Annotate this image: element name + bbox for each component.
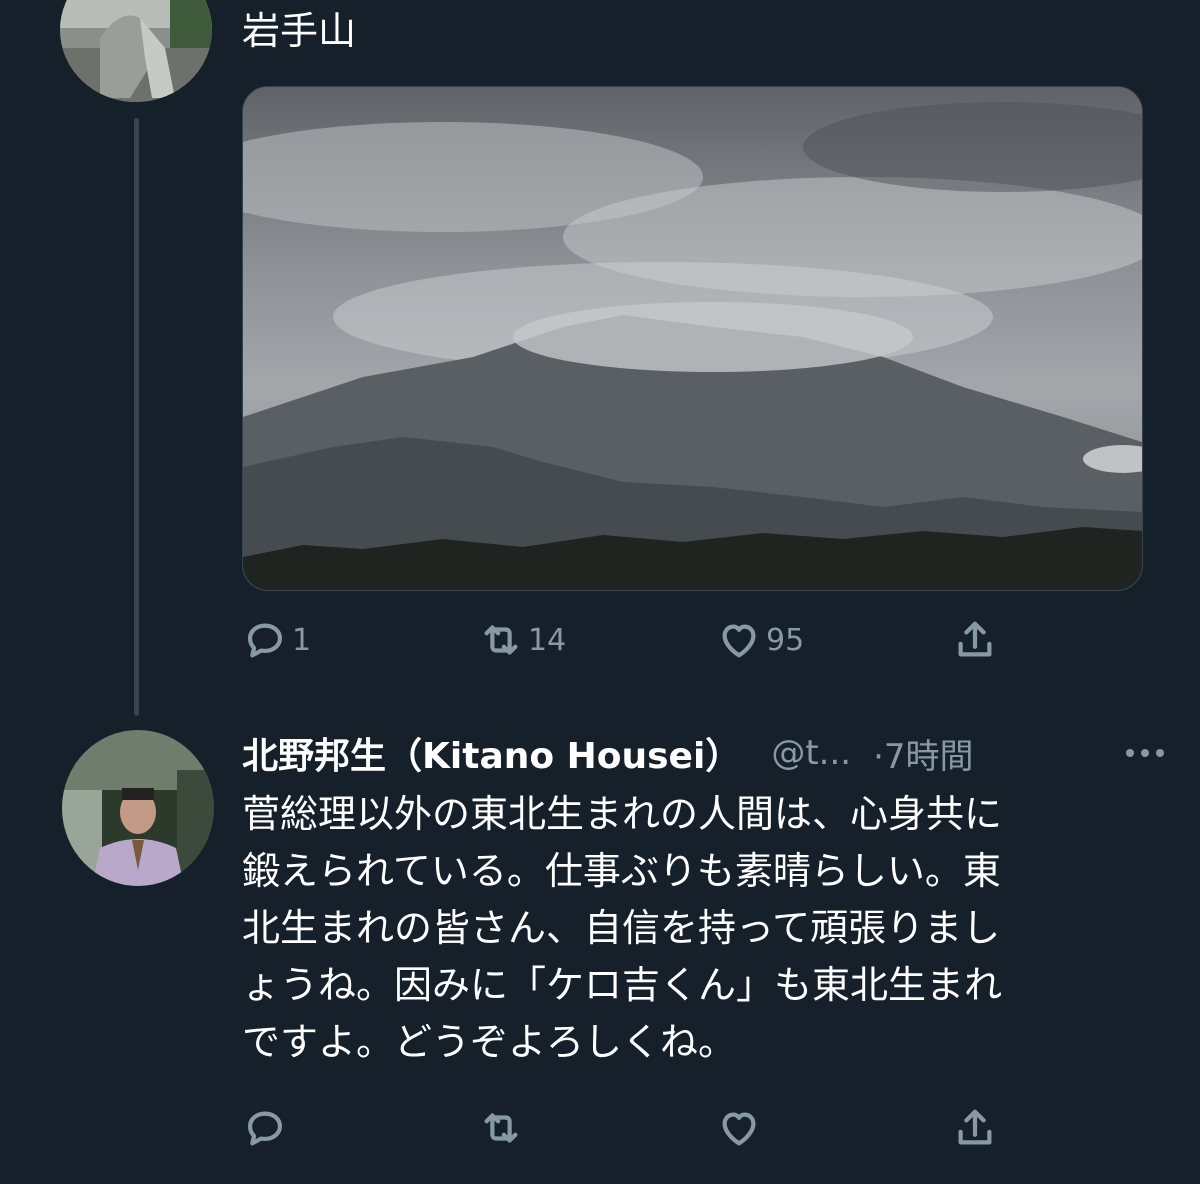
tweet-timestamp[interactable]: ·7時間 (873, 729, 973, 778)
tweet-body-line: 菅総理以外の東北生まれの人間は、心身共に (242, 792, 1003, 836)
share-icon (958, 621, 992, 657)
more-dot (1156, 749, 1164, 757)
reply-button[interactable] (242, 1098, 288, 1158)
author-handle[interactable]: @t... (771, 733, 851, 773)
mountain-photo-image (243, 87, 1142, 590)
retweet-icon (484, 1113, 518, 1143)
more-dot (1141, 749, 1149, 757)
heart-icon (722, 1112, 756, 1146)
like-count: 95 (766, 622, 805, 658)
retweet-count: 14 (528, 622, 567, 658)
author-avatar[interactable] (62, 730, 214, 886)
share-button[interactable] (952, 1098, 998, 1158)
reply-button[interactable]: 1 (242, 610, 311, 670)
tweet-text: 岩手山 (242, 9, 357, 53)
retweet-button[interactable]: 14 (478, 610, 566, 670)
tweet-body-line: 北生まれの皆さん、自信を持って頑張りまし (242, 906, 1001, 950)
reply-count: 1 (292, 622, 312, 658)
tweet-header: 北野邦生（Kitano Housei） @t... ·7時間 (242, 726, 1172, 780)
author-name[interactable]: 北野邦生（Kitano Housei） (242, 727, 741, 779)
retweet-icon (484, 625, 518, 655)
like-button[interactable]: 95 (716, 610, 804, 670)
share-icon (958, 1109, 992, 1145)
profile-photo-image (62, 730, 214, 886)
thread-connector-line (134, 118, 139, 716)
like-button[interactable] (716, 1098, 762, 1158)
share-button[interactable] (952, 610, 998, 670)
tweet-body: 菅総理以外の東北生まれの人間は、心身共に 鍛えられている。仕事ぶりも素晴らしい。… (242, 786, 1122, 1071)
reply-icon (247, 623, 283, 658)
more-dot (1126, 749, 1134, 757)
tweet-action-bar (242, 1098, 1002, 1158)
tweet-action-bar: 1 14 95 (242, 610, 1002, 670)
tweet-photo[interactable] (242, 86, 1143, 591)
reply-icon (247, 1111, 283, 1146)
tweet-body-line: ですよ。どうぞよろしくね。 (242, 1020, 737, 1064)
more-options-button[interactable] (1119, 726, 1164, 780)
author-avatar[interactable] (60, 0, 212, 102)
retweet-button[interactable] (478, 1098, 524, 1158)
heart-icon (722, 624, 756, 658)
statue-avatar-image (60, 0, 212, 102)
tweet-body-line: ょうね。因みに「ケロ吉くん」も東北生まれ (242, 963, 1003, 1007)
tweet-body-line: 鍛えられている。仕事ぶりも素晴らしい。東 (242, 849, 1001, 893)
